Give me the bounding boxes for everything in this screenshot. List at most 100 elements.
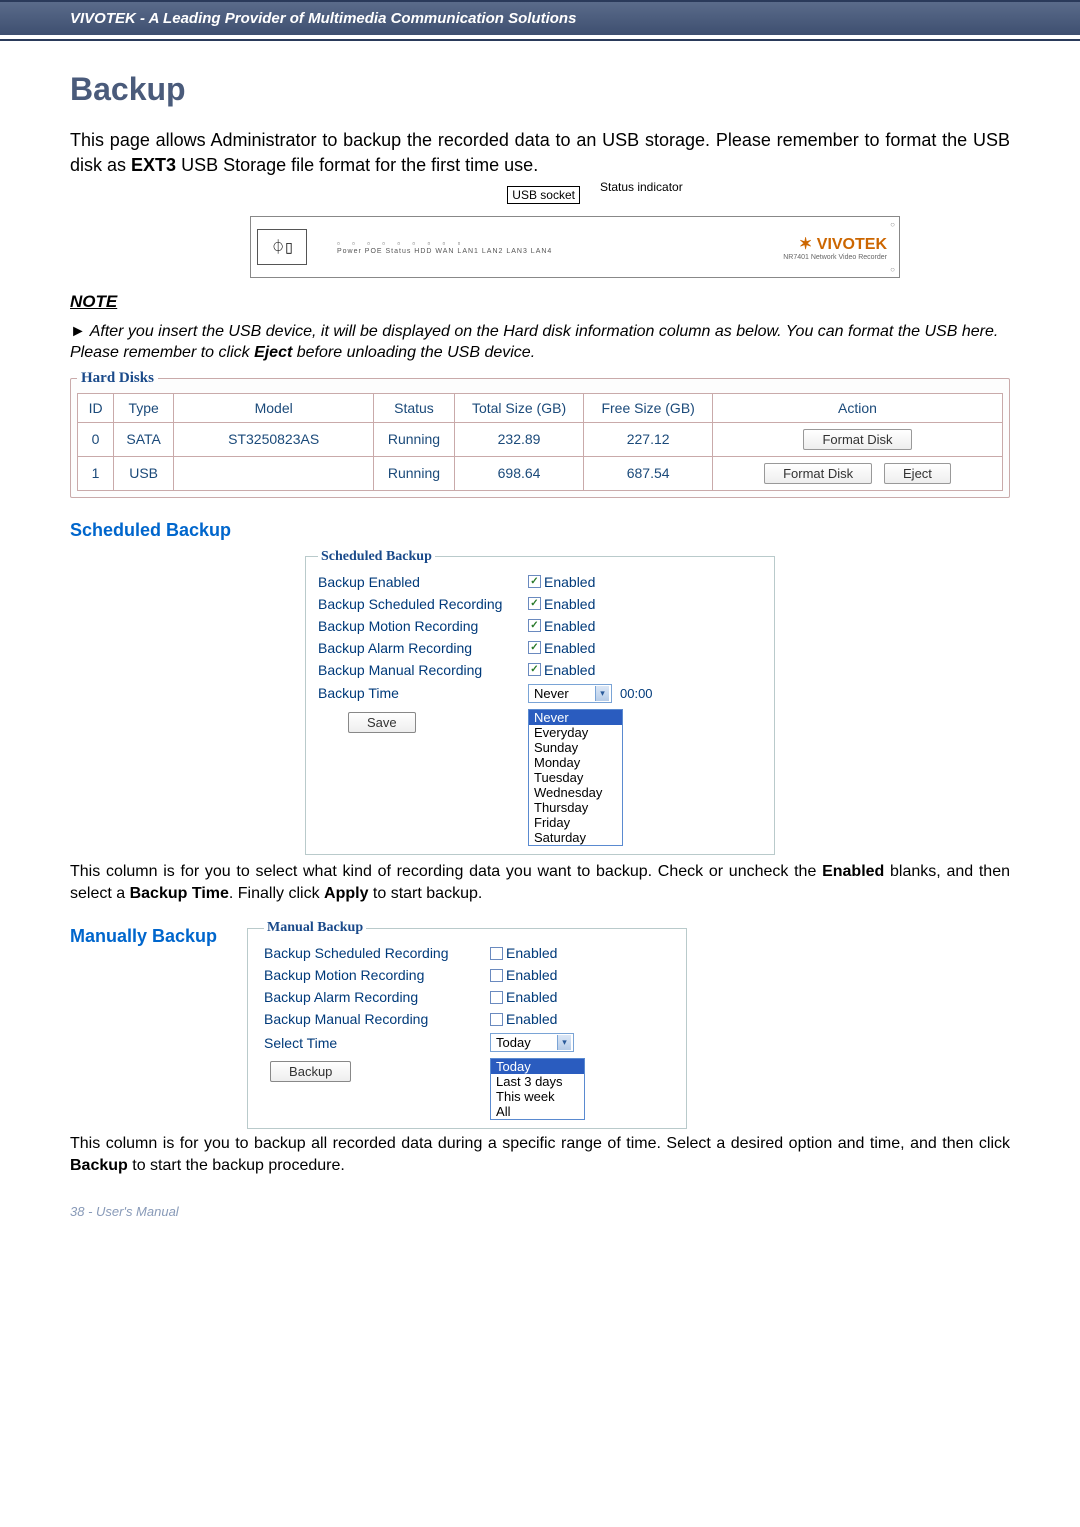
row-m-motion: Backup Motion Recording Enabled <box>264 964 674 986</box>
doc-header: VIVOTEK - A Leading Provider of Multimed… <box>0 0 1080 35</box>
col-status: Status <box>374 393 455 422</box>
note-heading: NOTE <box>70 292 1010 312</box>
backup-time-value: 00:00 <box>620 686 653 701</box>
dropdown-option[interactable]: Monday <box>529 755 622 770</box>
manual-desc: This column is for you to backup all rec… <box>70 1133 1010 1176</box>
chevron-down-icon: ▾ <box>595 686 609 701</box>
label-m-manual: Backup Manual Recording <box>264 1011 490 1027</box>
table-header-row: ID Type Model Status Total Size (GB) Fre… <box>78 393 1003 422</box>
manual-rec-checkbox[interactable] <box>528 663 541 676</box>
brand-sub: NR7401 Network Video Recorder <box>783 254 887 261</box>
m-alarm-checkbox[interactable] <box>490 991 503 1004</box>
scheduled-backup-legend: Scheduled Backup <box>318 549 435 565</box>
dropdown-option[interactable]: Today <box>491 1059 584 1074</box>
table-row: 0 SATA ST3250823AS Running 232.89 227.12… <box>78 422 1003 456</box>
label-motion-rec: Backup Motion Recording <box>318 618 528 634</box>
hard-disks-table: ID Type Model Status Total Size (GB) Fre… <box>77 393 1003 491</box>
m-motion-checkbox[interactable] <box>490 969 503 982</box>
cell-status: Running <box>374 456 455 490</box>
manual-desc-a: This column is for you to backup all rec… <box>70 1135 1010 1152</box>
note-eject-bold: Eject <box>254 344 292 361</box>
cell-model <box>174 456 374 490</box>
format-disk-button[interactable]: Format Disk <box>803 429 911 450</box>
sched-desc-a: This column is for you to select what ki… <box>70 863 822 880</box>
dropdown-option[interactable]: All <box>491 1104 584 1119</box>
cell-action: Format Disk Eject <box>713 456 1003 490</box>
enabled-text: Enabled <box>506 945 557 961</box>
col-id: ID <box>78 393 114 422</box>
usb-port-icon: ⏀▯ <box>257 229 307 265</box>
enabled-text: Enabled <box>506 967 557 983</box>
dropdown-option[interactable]: Last 3 days <box>491 1074 584 1089</box>
cell-action: Format Disk <box>713 422 1003 456</box>
save-button[interactable]: Save <box>348 712 416 733</box>
cell-type: SATA <box>114 422 174 456</box>
row-motion-rec: Backup Motion Recording Enabled <box>318 615 762 637</box>
screw-icon: ○ <box>890 220 895 229</box>
cell-free: 227.12 <box>584 422 713 456</box>
row-backup-time: Backup Time Never ▾ 00:00 <box>318 681 762 706</box>
bold-backup: Backup <box>70 1157 128 1174</box>
row-m-manual: Backup Manual Recording Enabled <box>264 1008 674 1030</box>
backup-enabled-checkbox[interactable] <box>528 575 541 588</box>
scheduled-backup-fieldset: Scheduled Backup Backup Enabled Enabled … <box>305 549 775 855</box>
col-model: Model <box>174 393 374 422</box>
m-scheduled-checkbox[interactable] <box>490 947 503 960</box>
dropdown-option[interactable]: Friday <box>529 815 622 830</box>
cell-total: 698.64 <box>454 456 584 490</box>
backup-time-select[interactable]: Never ▾ <box>528 684 612 703</box>
cell-id: 0 <box>78 422 114 456</box>
enabled-text: Enabled <box>506 1011 557 1027</box>
select-time-dropdown[interactable]: Today Last 3 days This week All <box>490 1058 585 1120</box>
note-body: ► After you insert the USB device, it wi… <box>70 322 1010 364</box>
dropdown-option[interactable]: Sunday <box>529 740 622 755</box>
backup-time-dropdown[interactable]: Never Everyday Sunday Monday Tuesday Wed… <box>528 709 623 846</box>
enabled-text: Enabled <box>544 662 595 678</box>
bold-apply: Apply <box>324 885 368 902</box>
row-m-scheduled: Backup Scheduled Recording Enabled <box>264 942 674 964</box>
label-scheduled-rec: Backup Scheduled Recording <box>318 596 528 612</box>
motion-rec-checkbox[interactable] <box>528 619 541 632</box>
enabled-text: Enabled <box>544 596 595 612</box>
sched-desc-d: to start backup. <box>368 885 482 902</box>
led-indicators: ▫ ▫ ▫ ▫ ▫ ▫ ▫ ▫ ▫ Power POE Status HDD W… <box>337 239 552 255</box>
row-backup-enabled: Backup Enabled Enabled <box>318 571 762 593</box>
screw-icon: ○ <box>890 265 895 274</box>
cell-id: 1 <box>78 456 114 490</box>
label-m-scheduled: Backup Scheduled Recording <box>264 945 490 961</box>
manual-backup-legend: Manual Backup <box>264 920 366 936</box>
select-time-select[interactable]: Today ▾ <box>490 1033 574 1052</box>
m-manual-checkbox[interactable] <box>490 1013 503 1026</box>
page-title: Backup <box>70 71 1010 108</box>
row-m-alarm: Backup Alarm Recording Enabled <box>264 986 674 1008</box>
sched-desc-c: . Finally click <box>229 885 324 902</box>
dropdown-option[interactable]: Tuesday <box>529 770 622 785</box>
intro-b: USB Storage file format for the first ti… <box>176 155 538 175</box>
chevron-down-icon: ▾ <box>557 1035 571 1050</box>
label-backup-enabled: Backup Enabled <box>318 574 528 590</box>
intro-text: This page allows Administrator to backup… <box>70 128 1010 178</box>
row-m-select-time: Select Time Today ▾ <box>264 1030 674 1055</box>
bold-enabled: Enabled <box>822 863 884 880</box>
cell-model: ST3250823AS <box>174 422 374 456</box>
dropdown-option[interactable]: Never <box>529 710 622 725</box>
row-alarm-rec: Backup Alarm Recording Enabled <box>318 637 762 659</box>
dropdown-option[interactable]: Thursday <box>529 800 622 815</box>
eject-button[interactable]: Eject <box>884 463 951 484</box>
dropdown-option[interactable]: Saturday <box>529 830 622 845</box>
scheduled-rec-checkbox[interactable] <box>528 597 541 610</box>
format-disk-button[interactable]: Format Disk <box>764 463 872 484</box>
label-m-alarm: Backup Alarm Recording <box>264 989 490 1005</box>
backup-button[interactable]: Backup <box>270 1061 351 1082</box>
cell-status: Running <box>374 422 455 456</box>
device-front-panel: ○ ○ ⏀▯ ▫ ▫ ▫ ▫ ▫ ▫ ▫ ▫ ▫ Power POE Statu… <box>250 216 900 278</box>
alarm-rec-checkbox[interactable] <box>528 641 541 654</box>
dropdown-option[interactable]: Everyday <box>529 725 622 740</box>
manual-desc-b: to start the backup procedure. <box>128 1157 345 1174</box>
dropdown-option[interactable]: Wednesday <box>529 785 622 800</box>
dropdown-option[interactable]: This week <box>491 1089 584 1104</box>
select-value: Never <box>534 686 569 701</box>
col-total: Total Size (GB) <box>454 393 584 422</box>
enabled-text: Enabled <box>544 574 595 590</box>
led-labels: Power POE Status HDD WAN LAN1 LAN2 LAN3 … <box>337 248 552 255</box>
